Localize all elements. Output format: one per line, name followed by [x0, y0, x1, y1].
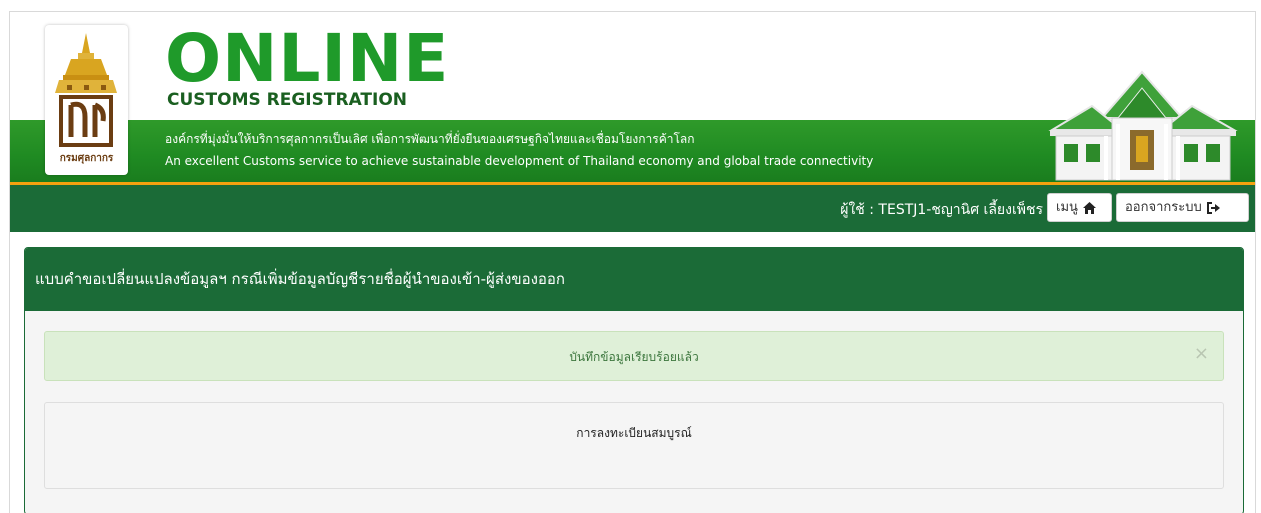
- registration-panel: แบบคำขอเปลี่ยนแปลงข้อมูลฯ กรณีเพิ่มข้อมู…: [24, 247, 1244, 513]
- tagline-english: An excellent Customs service to achieve …: [165, 154, 874, 168]
- current-user-label: ผู้ใช้ : TESTJ1-ชญานิศ เลี้ยงเพ็ชร: [840, 202, 1043, 218]
- menu-button-label: เมนู: [1056, 200, 1078, 215]
- brand-subtitle: CUSTOMS REGISTRATION: [167, 90, 408, 110]
- page: กรมศุลกากร ONLINE CUSTOMS REGISTRATION อ…: [0, 0, 1261, 513]
- logout-button-label: ออกจากระบบ: [1125, 200, 1202, 215]
- panel-title: แบบคำขอเปลี่ยนแปลงข้อมูลฯ กรณีเพิ่มข้อมู…: [35, 270, 566, 288]
- user-bar: ผู้ใช้ : TESTJ1-ชญานิศ เลี้ยงเพ็ชร เมนู …: [10, 185, 1255, 232]
- menu-button[interactable]: เมนู: [1047, 193, 1112, 222]
- logout-button[interactable]: ออกจากระบบ: [1116, 193, 1249, 222]
- home-icon: [1082, 201, 1096, 214]
- logo-caption: กรมศุลกากร: [59, 153, 114, 164]
- customs-building-icon: [1048, 70, 1238, 181]
- tagline-thai: องค์กรที่มุ่งมั่นให้บริการศุลกากรเป็นเลิ…: [165, 132, 695, 146]
- close-icon[interactable]: ×: [1194, 344, 1209, 364]
- success-alert: บันทึกข้อมูลเรียบร้อยแล้ว ×: [44, 331, 1224, 381]
- panel-header: แบบคำขอเปลี่ยนแปลงข้อมูลฯ กรณีเพิ่มข้อมู…: [25, 248, 1243, 311]
- header-banner: กรมศุลกากร ONLINE CUSTOMS REGISTRATION อ…: [10, 12, 1255, 185]
- registration-status-text: การลงทะเบียนสมบูรณ์: [576, 426, 692, 440]
- customs-logo: กรมศุลกากร: [45, 25, 128, 175]
- brand-title: ONLINE: [165, 20, 450, 97]
- alert-message: บันทึกข้อมูลเรียบร้อยแล้ว: [569, 350, 699, 364]
- sign-out-icon: [1206, 201, 1220, 214]
- status-well: การลงทะเบียนสมบูรณ์: [44, 402, 1224, 489]
- app-frame: กรมศุลกากร ONLINE CUSTOMS REGISTRATION อ…: [9, 11, 1256, 513]
